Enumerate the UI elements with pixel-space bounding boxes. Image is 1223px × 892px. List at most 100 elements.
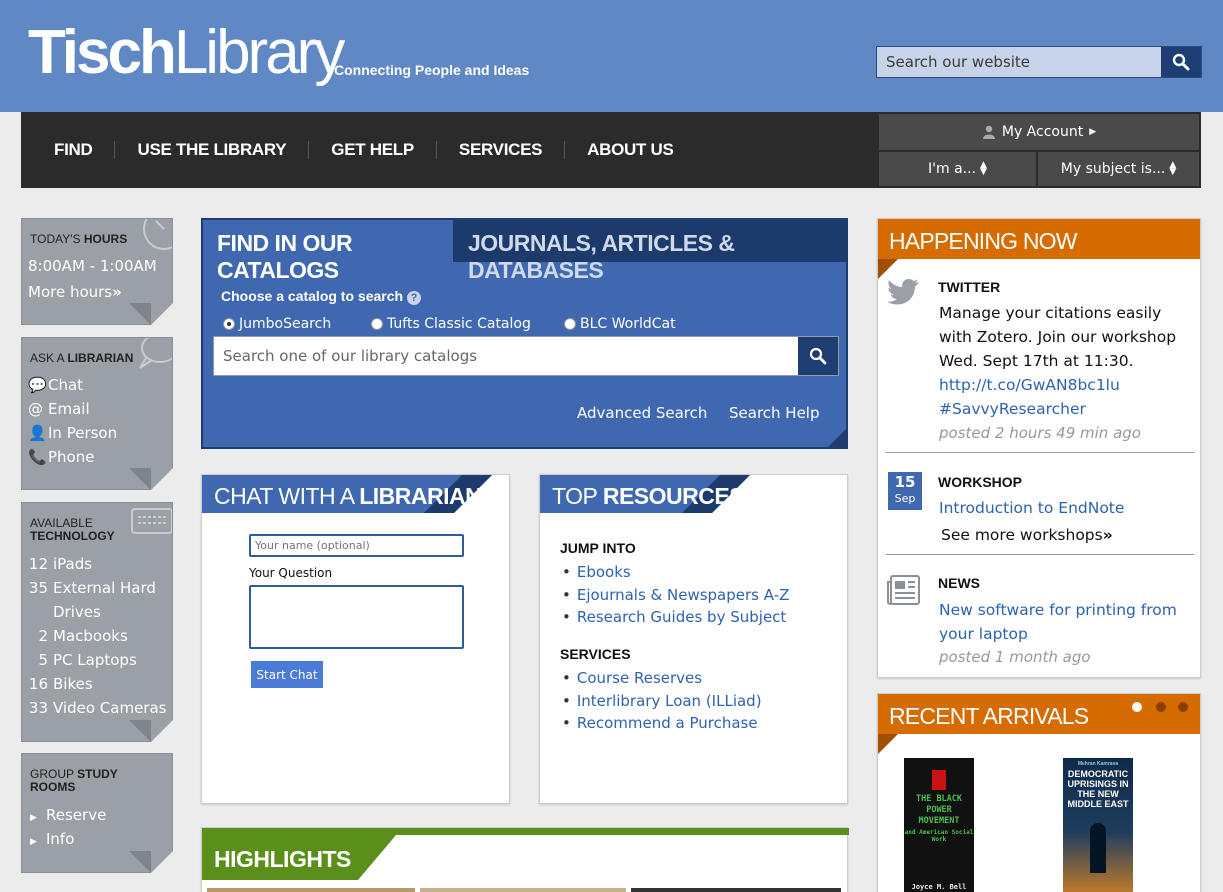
nav-use-the-library[interactable]: USE THE LIBRARY — [115, 141, 310, 159]
ask-phone-label: Phone — [48, 448, 95, 466]
advanced-search-link[interactable]: Advanced Search — [577, 404, 707, 422]
ask-librarian-widget: ASK A LIBRARIAN 💬Chat @ Email 👤In Person … — [21, 337, 173, 490]
carousel-dot[interactable] — [1178, 702, 1188, 712]
library-logo[interactable]: TischLibrary — [28, 18, 345, 88]
happening-title: HAPPENING NOW — [878, 219, 1200, 259]
radio-label: Tufts Classic Catalog — [387, 316, 531, 332]
top-resources-widget: TOP RESOURCES JUMP INTO Ebooks Ejournals… — [539, 474, 848, 804]
services-heading: SERVICES — [560, 646, 631, 662]
radio-jumbosearch[interactable]: JumboSearch — [223, 316, 331, 332]
radio-button[interactable] — [371, 318, 383, 330]
tech-item: Drives — [28, 603, 101, 621]
highlight-image[interactable] — [207, 888, 415, 892]
tab-find-in-catalogs[interactable]: FIND IN OUR CATALOGS — [203, 220, 453, 283]
highlights-widget: HIGHLIGHTS — [201, 827, 849, 892]
ask-in-person-link[interactable]: 👤In Person — [28, 424, 117, 442]
twitter-type-label: TWITTER — [938, 279, 1001, 295]
hours-heading: TODAY'S HOURS — [30, 233, 127, 246]
chat-name-input[interactable] — [249, 534, 464, 557]
workshop-month: Sep — [894, 492, 916, 505]
ebooks-link[interactable]: Ebooks — [562, 563, 631, 581]
radio-blc-worldcat[interactable]: BLC WorldCat — [564, 316, 676, 332]
tech-item: 33 Video Cameras — [28, 699, 167, 717]
more-hours-label: More hours — [28, 283, 113, 301]
radio-button[interactable] — [564, 318, 576, 330]
chat-title: CHAT WITH A LIBRARIAN — [202, 475, 482, 513]
carousel-dot-active[interactable] — [1132, 702, 1142, 712]
tech-item: 35 External Hard — [28, 579, 156, 597]
site-search — [876, 46, 1202, 78]
carousel-dot[interactable] — [1156, 702, 1166, 712]
recommend-purchase-link[interactable]: Recommend a Purchase — [562, 714, 758, 732]
site-search-input[interactable] — [877, 47, 1161, 77]
see-more-workshops-link[interactable]: See more workshops» — [941, 523, 1191, 547]
tagline: Connecting People and Ideas — [334, 62, 530, 78]
highlights-title-text: HIGHLIGHTS — [214, 846, 351, 872]
tweet-link[interactable]: http://t.co/GwAN8bc1lu — [939, 376, 1120, 394]
tech-name: Video Cameras — [53, 699, 167, 717]
updown-icon: ▲ ▼ — [980, 160, 987, 177]
ask-in-person-label: In Person — [48, 424, 118, 442]
im-a-label: I'm a... — [928, 161, 977, 177]
start-chat-button[interactable]: Start Chat — [251, 661, 323, 688]
catalog-search-button[interactable] — [798, 337, 838, 375]
choose-catalog-text: Choose a catalog to search — [221, 288, 404, 304]
divider — [886, 554, 1194, 555]
nav-find[interactable]: FIND — [21, 141, 116, 159]
logo-bold-text: Tisch — [28, 18, 177, 87]
ask-heading-light: ASK A — [30, 351, 65, 365]
page-fold-corner — [151, 303, 173, 325]
chat-question-textarea[interactable] — [249, 585, 464, 649]
catalog-search-input[interactable] — [214, 337, 794, 375]
tech-count: 35 — [28, 579, 48, 597]
study-info-link[interactable]: ▶ Info — [30, 830, 74, 848]
person-icon: 👤 — [28, 424, 47, 442]
user-icon — [982, 125, 995, 139]
tweet-hashtag[interactable]: #SavvyResearcher — [939, 400, 1086, 418]
tech-item: 12 iPads — [28, 555, 92, 573]
news-meta: posted 1 month ago — [939, 648, 1091, 666]
study-reserve-link[interactable]: ▶ Reserve — [30, 806, 106, 824]
study-heading: GROUP STUDY ROOMS — [30, 768, 118, 794]
course-reserves-link[interactable]: Course Reserves — [562, 669, 702, 687]
my-account-button[interactable]: My Account ▶ — [879, 114, 1199, 150]
nav-get-help[interactable]: GET HELP — [309, 141, 437, 159]
study-heading-light: GROUP — [30, 767, 74, 781]
happening-now-widget: HAPPENING NOW TWITTER Manage your citati… — [877, 218, 1201, 678]
im-a-dropdown[interactable]: I'm a... ▲ ▼ — [879, 152, 1036, 186]
ask-chat-link[interactable]: 💬Chat — [28, 376, 83, 394]
study-reserve-label: Reserve — [46, 806, 107, 824]
study-heading-bold: STUDY — [77, 767, 118, 781]
tech-item: 16 Bikes — [28, 675, 93, 693]
resources-title-bold: RESOURCES — [602, 483, 745, 509]
radio-button-selected[interactable] — [223, 318, 235, 330]
catalog-search-box — [213, 336, 839, 376]
hours-widget: TODAY'S HOURS 8:00AM - 1:00AM More hours… — [21, 218, 173, 325]
more-hours-link[interactable]: More hours» — [28, 283, 122, 301]
nav-about-us[interactable]: ABOUT US — [565, 141, 695, 159]
book-cover[interactable]: Mehran Kamrava DEMOCRATIC UPRISINGS IN T… — [1063, 758, 1133, 892]
nav-services[interactable]: SERVICES — [437, 141, 566, 159]
highlight-image[interactable] — [631, 888, 841, 892]
ask-phone-link[interactable]: 📞Phone — [28, 448, 94, 466]
news-link[interactable]: New software for printing from your lapt… — [939, 598, 1184, 646]
ask-email-link[interactable]: @ Email — [28, 400, 90, 418]
site-search-button[interactable] — [1161, 47, 1201, 77]
radio-tufts-classic[interactable]: Tufts Classic Catalog — [371, 316, 531, 332]
tech-count: 12 — [28, 555, 48, 573]
ask-email-label: Email — [48, 400, 90, 418]
highlight-image[interactable] — [420, 888, 626, 892]
help-icon[interactable]: ? — [406, 291, 421, 305]
workshop-link[interactable]: Introduction to EndNote — [939, 496, 1189, 520]
hours-heading-light: TODAY'S — [30, 232, 81, 246]
interlibrary-loan-link[interactable]: Interlibrary Loan (ILLiad) — [562, 692, 762, 710]
book-cover[interactable]: THE BLACK POWER MOVEMENT and American So… — [904, 758, 974, 892]
search-help-link[interactable]: Search Help — [729, 404, 820, 422]
tech-item: 5 PC Laptops — [28, 651, 136, 669]
tab-journals-articles[interactable]: JOURNALS, ARTICLES & DATABASES — [453, 220, 848, 283]
page-fold — [129, 468, 151, 490]
ejournals-link[interactable]: Ejournals & Newspapers A-Z — [562, 586, 790, 604]
subject-dropdown[interactable]: My subject is... ▲ ▼ — [1038, 152, 1199, 186]
study-rooms-widget: GROUP STUDY ROOMS ▶ Reserve ▶ Info — [21, 753, 173, 873]
research-guides-link[interactable]: Research Guides by Subject — [562, 608, 786, 626]
